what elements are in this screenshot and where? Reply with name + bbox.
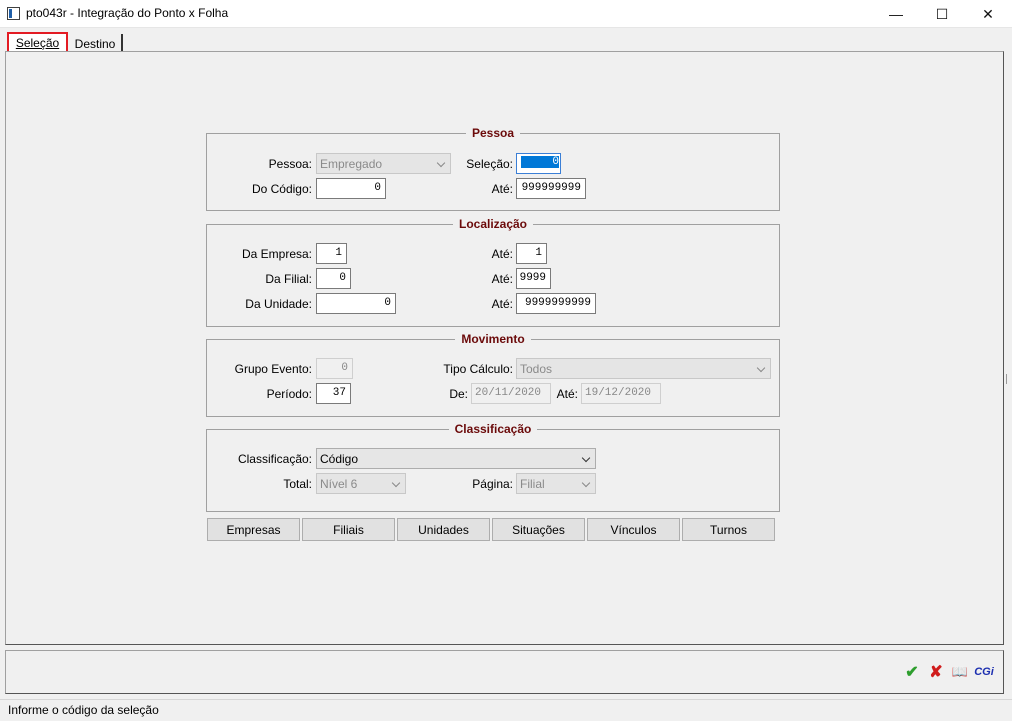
grupo-evento-input: 0 — [316, 358, 353, 379]
app-icon[interactable] — [7, 7, 20, 20]
situacoes-button[interactable]: Situações — [492, 518, 585, 541]
cancel-icon[interactable]: ✘ — [927, 664, 945, 681]
selecao-input-value: 0 — [521, 156, 559, 168]
status-text: Informe o código da seleção — [8, 703, 159, 717]
da-filial-input[interactable]: 0 — [316, 268, 351, 289]
da-empresa-label: Da Empresa: — [241, 247, 312, 261]
tab-destino[interactable]: Destino — [69, 34, 123, 52]
tab-selecao[interactable]: Seleção — [7, 32, 68, 53]
minimize-button[interactable]: — — [873, 0, 919, 28]
cgi-logo-icon[interactable]: CGi — [972, 664, 996, 680]
ate-empresa-label: Até: — [491, 247, 513, 261]
total-select-value: Nível 6 — [320, 477, 358, 491]
splitter-grip[interactable] — [1006, 374, 1010, 384]
ate-unidade-input[interactable]: 9999999999 — [516, 293, 596, 314]
tab-selecao-label: Seleção — [15, 36, 60, 50]
maximize-button[interactable]: ☐ — [919, 0, 965, 28]
ate-filial-input[interactable]: 9999 — [516, 268, 551, 289]
close-button[interactable]: ✕ — [965, 0, 1011, 28]
pessoa-label: Pessoa: — [268, 157, 312, 171]
group-classificacao: Classificação — [206, 422, 780, 512]
selecao-label: Seleção: — [466, 157, 513, 171]
da-unidade-input[interactable]: 0 — [316, 293, 396, 314]
tipo-calculo-label: Tipo Cálculo: — [443, 362, 513, 376]
classificacao-select-value: Código — [320, 452, 359, 466]
group-pessoa-title: Pessoa — [465, 126, 521, 140]
group-localizacao-title: Localização — [452, 217, 534, 231]
window-title: pto043r - Integração do Ponto x Folha — [26, 6, 229, 20]
unidades-button[interactable]: Unidades — [397, 518, 490, 541]
total-select: Nível 6 — [316, 473, 406, 494]
ate-empresa-input[interactable]: 1 — [516, 243, 547, 264]
ate-filial-label: Até: — [491, 272, 513, 286]
help-book-icon[interactable]: 📖 — [950, 664, 970, 680]
ate-data-input: 19/12/2020 — [581, 383, 661, 404]
bottom-toolbar — [5, 650, 1004, 694]
periodo-input[interactable]: 37 — [316, 383, 351, 404]
ate-unidade-label: Até: — [491, 297, 513, 311]
chevron-down-icon — [756, 363, 766, 373]
title-bar: pto043r - Integração do Ponto x Folha — … — [0, 0, 1012, 28]
da-unidade-label: Da Unidade: — [245, 297, 312, 311]
ate-codigo-label: Até: — [491, 182, 513, 196]
pagina-select-value: Filial — [520, 477, 545, 491]
selecao-input[interactable]: 0 — [516, 153, 561, 174]
classificacao-select[interactable]: Código — [316, 448, 596, 469]
de-input: 20/11/2020 — [471, 383, 551, 404]
pessoa-select-value: Empregado — [320, 157, 383, 171]
vinculos-button[interactable]: Vínculos — [587, 518, 680, 541]
de-label: De: — [449, 387, 468, 401]
ate-codigo-input[interactable]: 999999999 — [516, 178, 586, 199]
tab-destino-label: Destino — [74, 37, 116, 51]
tipo-calculo-select: Todos — [516, 358, 771, 379]
confirm-icon[interactable]: ✔ — [903, 664, 921, 681]
da-filial-label: Da Filial: — [265, 272, 312, 286]
total-label: Total: — [283, 477, 312, 491]
status-bar: Informe o código da seleção — [0, 699, 1012, 721]
tipo-calculo-select-value: Todos — [520, 362, 553, 376]
group-movimento-title: Movimento — [455, 332, 531, 346]
pessoa-select: Empregado — [316, 153, 451, 174]
pagina-label: Página: — [472, 477, 513, 491]
pagina-select: Filial — [516, 473, 596, 494]
ate-data-label: Até: — [556, 387, 578, 401]
do-codigo-label: Do Código: — [251, 182, 312, 196]
group-classificacao-title: Classificação — [448, 422, 538, 436]
chevron-down-icon — [391, 478, 401, 488]
do-codigo-input[interactable]: 0 — [316, 178, 386, 199]
chevron-down-icon — [581, 453, 591, 463]
periodo-label: Período: — [266, 387, 312, 401]
group-pessoa: Pessoa — [206, 126, 780, 211]
da-empresa-input[interactable]: 1 — [316, 243, 347, 264]
classificacao-label: Classificação: — [237, 452, 312, 466]
chevron-down-icon — [581, 478, 591, 488]
empresas-button[interactable]: Empresas — [207, 518, 300, 541]
filiais-button[interactable]: Filiais — [302, 518, 395, 541]
grupo-evento-label: Grupo Evento: — [234, 362, 312, 376]
turnos-button[interactable]: Turnos — [682, 518, 775, 541]
